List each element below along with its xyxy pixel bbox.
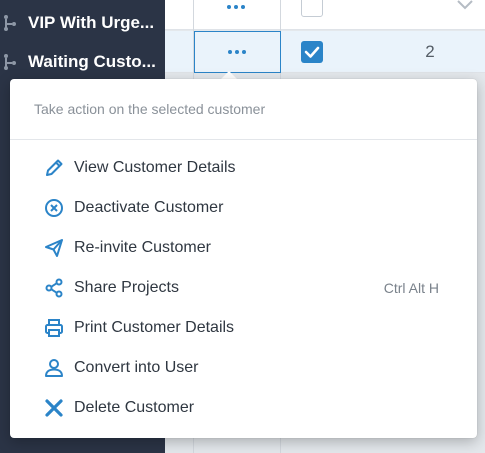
printer-icon xyxy=(45,319,63,337)
hierarchy-icon xyxy=(4,15,16,31)
x-icon xyxy=(45,399,63,417)
keyboard-shortcut: Ctrl Alt H xyxy=(383,280,439,296)
row-value: 2 xyxy=(425,42,435,61)
sidebar-item-vip-with-urgency[interactable]: VIP With Urge... xyxy=(0,3,165,43)
sidebar-item-label: Waiting Custo... xyxy=(28,52,156,71)
row-checkbox[interactable] xyxy=(301,0,323,17)
chevron-down-icon[interactable] xyxy=(455,0,475,10)
row-actions-button-active[interactable] xyxy=(194,31,281,73)
share-icon xyxy=(45,278,63,298)
menu-item-label: Print Customer Details xyxy=(74,319,235,336)
user-icon xyxy=(45,359,63,377)
more-dots-icon xyxy=(228,50,246,54)
paper-plane-icon xyxy=(45,239,63,257)
menu-item-convert-into-user[interactable]: Convert into User xyxy=(10,348,477,388)
sidebar-item-waiting-customers[interactable]: Waiting Custo... xyxy=(0,42,165,82)
menu-item-label: Deactivate Customer xyxy=(74,199,224,216)
menu-item-reinvite-customer[interactable]: Re-invite Customer xyxy=(10,228,477,268)
menu-header: Take action on the selected customer xyxy=(10,79,477,140)
menu-item-delete-customer[interactable]: Delete Customer xyxy=(10,388,477,428)
menu-item-label: Convert into User xyxy=(74,359,199,376)
menu-item-label: Re-invite Customer xyxy=(74,239,211,256)
customer-actions-menu: Take action on the selected customer Vie… xyxy=(10,79,477,438)
pencil-icon xyxy=(46,159,63,176)
menu-item-deactivate-customer[interactable]: Deactivate Customer xyxy=(10,188,477,228)
menu-item-label: View Customer Details xyxy=(74,159,236,176)
circle-x-icon xyxy=(45,199,63,217)
check-icon xyxy=(304,46,320,58)
row-checkbox-checked[interactable] xyxy=(301,41,323,63)
menu-item-print-customer-details[interactable]: Print Customer Details xyxy=(10,308,477,348)
sidebar-item-label: VIP With Urge... xyxy=(28,13,155,32)
menu-item-label: Delete Customer xyxy=(74,399,195,416)
hierarchy-icon xyxy=(4,54,16,70)
menu-item-view-customer-details[interactable]: View Customer Details xyxy=(10,148,477,188)
menu-item-share-projects[interactable]: Share Projects Ctrl Alt H xyxy=(10,268,477,308)
menu-item-label: Share Projects xyxy=(74,279,179,296)
